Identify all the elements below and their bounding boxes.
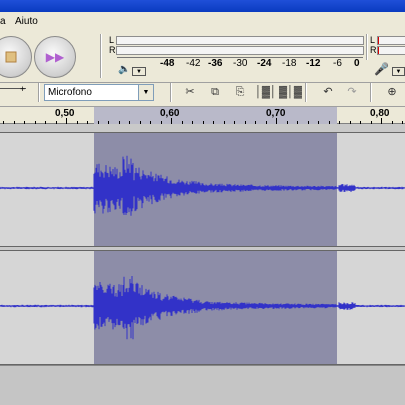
chevron-down-icon[interactable]: ▼: [138, 85, 153, 100]
window-title-bar: [0, 0, 405, 12]
undo-icon[interactable]: ↶: [318, 84, 338, 101]
menu-bar: a Aiuto: [0, 12, 405, 32]
redo-icon[interactable]: ↷: [342, 84, 362, 101]
speaker-icon[interactable]: 🔈: [118, 64, 130, 75]
waveform-right: [0, 276, 405, 340]
speaker-dropdown-icon[interactable]: ▼: [132, 67, 146, 76]
input-meter-right: [377, 46, 405, 55]
tracks-area[interactable]: [0, 124, 405, 405]
trim-icon[interactable]: │▓│: [255, 84, 277, 101]
toolbar-separator: [305, 83, 307, 102]
toolbar-divider: [0, 82, 405, 83]
toolbar-separator: [370, 83, 372, 102]
ruler-selection: [94, 107, 337, 124]
waveform-left: [0, 155, 405, 216]
output-meter-right: [116, 46, 364, 55]
menu-item-help[interactable]: Aiuto: [15, 16, 38, 27]
output-meter-left: [116, 36, 364, 45]
meter-scale-label: -42: [186, 58, 201, 69]
meter-right-label: R: [109, 45, 116, 55]
input-device-value: Microfono: [48, 87, 92, 98]
microphone-dropdown-icon[interactable]: ▼: [392, 67, 405, 76]
skip-end-button[interactable]: ▶▶: [34, 36, 76, 78]
meter-scale-label: -48: [160, 58, 175, 69]
meter-scale-label: -30: [233, 58, 248, 69]
meter-left-label-input: L: [370, 35, 376, 45]
input-meter-left: [377, 36, 405, 45]
toolbar-separator: [366, 34, 368, 60]
zoom-in-icon[interactable]: ⊕: [382, 84, 402, 101]
meter-left-label: L: [109, 35, 115, 45]
toolbar-separator: [170, 83, 172, 102]
meter-scale-label: -36: [208, 58, 223, 69]
timeline-ruler[interactable]: 0,50 0,60 0,70 0,80: [0, 107, 405, 124]
meter-scale-label: 0: [354, 58, 360, 69]
audio-track-right[interactable]: [0, 250, 405, 365]
toolbar-separator: [100, 34, 102, 78]
toolbar-separator: [38, 83, 40, 102]
skip-end-icon: ▶▶: [45, 50, 65, 64]
meter-right-label-input: R: [370, 45, 377, 55]
cut-icon[interactable]: ✂: [180, 84, 200, 101]
meter-scale-label: -12: [306, 58, 321, 69]
meter-scale-label: -18: [282, 58, 297, 69]
stop-icon: [5, 51, 17, 63]
meter-scale-label: -24: [257, 58, 272, 69]
microphone-icon[interactable]: 🎤: [374, 62, 389, 76]
ruler-label: 0,50: [55, 108, 75, 119]
menu-item-partial[interactable]: a: [0, 16, 6, 27]
copy-icon[interactable]: ⧉: [205, 84, 225, 101]
silence-icon[interactable]: ▓│▓: [279, 84, 302, 101]
paste-icon[interactable]: ⎘: [230, 84, 250, 101]
empty-track-area[interactable]: [0, 365, 405, 405]
volume-slider-thumb-icon[interactable]: +: [20, 84, 25, 94]
meter-scale-label: -6: [333, 58, 342, 69]
audio-track-left[interactable]: [0, 132, 405, 247]
ruler-label: 0,80: [370, 108, 390, 119]
input-device-select[interactable]: Microfono ▼: [44, 84, 154, 101]
ruler-label: 0,60: [160, 108, 180, 119]
